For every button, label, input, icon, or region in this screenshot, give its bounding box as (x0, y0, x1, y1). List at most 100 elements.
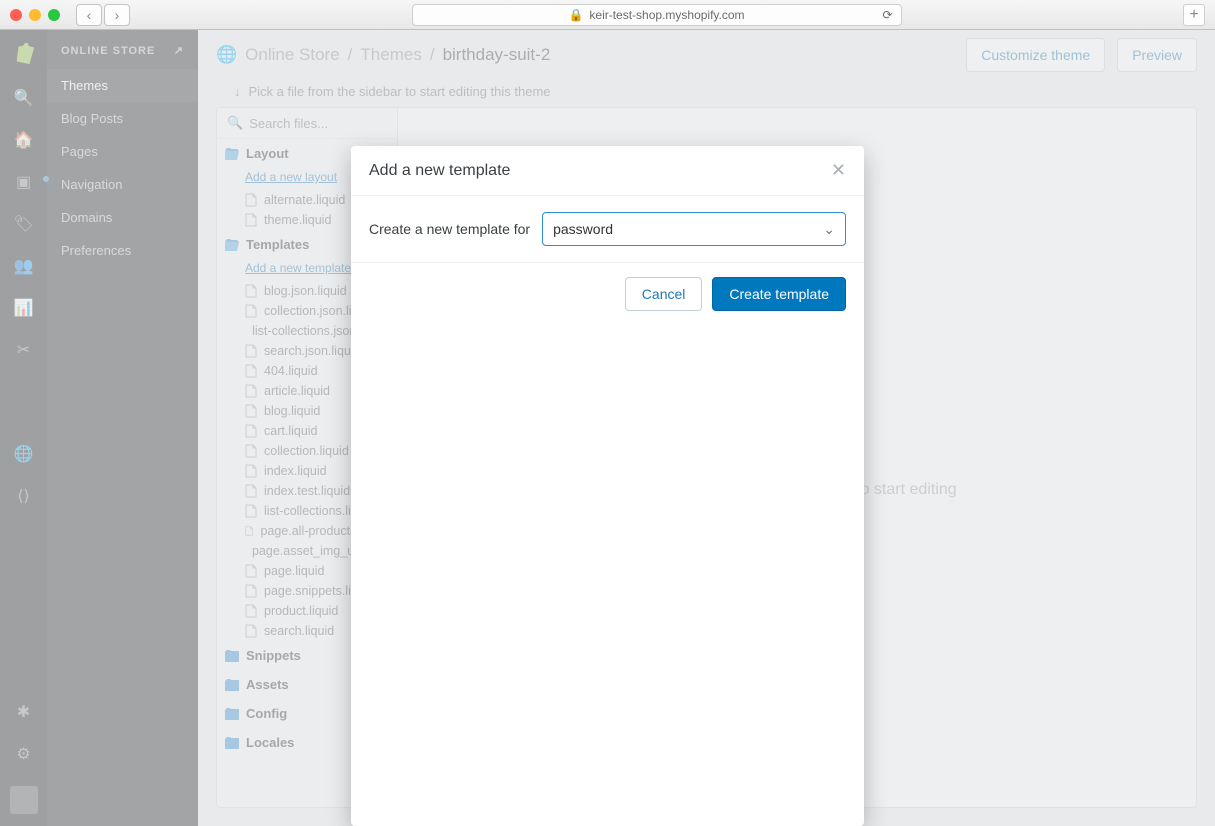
subnav-item-themes[interactable]: Themes (47, 69, 198, 102)
avatar[interactable] (10, 786, 38, 814)
file-search[interactable]: 🔍 (217, 108, 397, 139)
modal-footer: Cancel Create template (351, 263, 864, 325)
file-icon (245, 384, 257, 398)
file-icon (245, 504, 257, 518)
file-name: theme.liquid (264, 213, 331, 227)
orders-icon[interactable]: ▣ (14, 172, 34, 192)
search-icon: 🔍 (227, 115, 243, 131)
file-icon (245, 484, 257, 498)
customers-icon[interactable]: 👥 (14, 256, 34, 276)
breadcrumb: 🌐 Online Store / Themes / birthday-suit-… (216, 45, 550, 65)
file-name: product.liquid (264, 604, 338, 618)
file-name: index.liquid (264, 464, 327, 478)
address-bar-wrap: 🔒 keir-test-shop.myshopify.com ⟳ (140, 4, 1173, 26)
file-icon (245, 364, 257, 378)
hint-text: Pick a file from the sidebar to start ed… (249, 84, 551, 99)
file-icon (245, 213, 257, 227)
subnav-item-domains[interactable]: Domains (47, 201, 198, 234)
folder-label: Snippets (246, 648, 301, 663)
new-tab-button[interactable]: + (1183, 4, 1205, 26)
subnav-item-navigation[interactable]: Navigation (47, 168, 198, 201)
cancel-button[interactable]: Cancel (625, 277, 703, 311)
folder-label: Locales (246, 735, 294, 750)
subnav-item-pages[interactable]: Pages (47, 135, 198, 168)
create-template-button[interactable]: Create template (712, 277, 846, 311)
search-icon[interactable]: 🔍 (14, 88, 34, 108)
topbar: 🌐 Online Store / Themes / birthday-suit-… (198, 30, 1215, 80)
crumb-themes[interactable]: Themes (360, 45, 421, 65)
subnav-header: ONLINE STORE ↗ (47, 30, 198, 69)
customize-theme-button[interactable]: Customize theme (966, 38, 1105, 72)
folder-icon (225, 679, 239, 691)
file-name: collection.liquid (264, 444, 349, 458)
code-icon[interactable]: ⟨⟩ (14, 486, 34, 506)
apps-icon[interactable]: ✱ (14, 702, 34, 722)
file-name: cart.liquid (264, 424, 318, 438)
zoom-window-icon[interactable] (48, 9, 60, 21)
crumb-current: birthday-suit-2 (443, 45, 551, 65)
file-icon (245, 304, 257, 318)
modal-body: Create a new template for password ⌄ (351, 195, 864, 263)
subnav-item-blog-posts[interactable]: Blog Posts (47, 102, 198, 135)
template-type-select[interactable]: password ⌄ (542, 212, 846, 246)
forward-button[interactable]: › (104, 4, 130, 26)
settings-icon[interactable]: ⚙ (14, 744, 34, 764)
address-text: keir-test-shop.myshopify.com (589, 8, 744, 22)
lock-icon: 🔒 (568, 8, 583, 22)
file-name: search.json.liquid (264, 344, 361, 358)
preview-button[interactable]: Preview (1117, 38, 1197, 72)
discounts-icon[interactable]: ✂ (14, 340, 34, 360)
folder-icon (225, 708, 239, 720)
file-name: article.liquid (264, 384, 330, 398)
crumb-online-store[interactable]: Online Store (245, 45, 340, 65)
file-icon (245, 284, 257, 298)
file-name: blog.liquid (264, 404, 320, 418)
folder-icon (225, 737, 239, 749)
reload-icon[interactable]: ⟳ (882, 8, 892, 22)
globe-icon: 🌐 (216, 45, 237, 65)
file-name: blog.json.liquid (264, 284, 347, 298)
file-icon (245, 564, 257, 578)
file-icon (245, 524, 253, 538)
browser-chrome: ‹ › 🔒 keir-test-shop.myshopify.com ⟳ + (0, 0, 1215, 30)
external-link-icon[interactable]: ↗ (174, 44, 184, 57)
subnav-item-preferences[interactable]: Preferences (47, 234, 198, 267)
file-icon (245, 404, 257, 418)
minimize-window-icon[interactable] (29, 9, 41, 21)
analytics-icon[interactable]: 📊 (14, 298, 34, 318)
online-store-icon[interactable]: 🌐 (14, 444, 34, 464)
back-button[interactable]: ‹ (76, 4, 102, 26)
modal-header: Add a new template ✕ (351, 146, 864, 195)
shopify-logo-icon[interactable] (13, 42, 35, 66)
home-icon[interactable]: 🏠 (14, 130, 34, 150)
add-template-modal: Add a new template ✕ Create a new templa… (351, 146, 864, 826)
modal-label: Create a new template for (369, 221, 530, 237)
file-icon (245, 604, 257, 618)
chevron-down-icon: ⌄ (823, 221, 835, 238)
folder-open-icon (225, 148, 239, 160)
address-bar[interactable]: 🔒 keir-test-shop.myshopify.com ⟳ (412, 4, 902, 26)
file-icon (245, 624, 257, 638)
search-input[interactable] (249, 116, 398, 131)
close-window-icon[interactable] (10, 9, 22, 21)
file-icon (245, 424, 257, 438)
file-icon (245, 193, 257, 207)
subnav: ONLINE STORE ↗ Themes Blog Posts Pages N… (47, 30, 198, 826)
folder-icon (225, 650, 239, 662)
file-icon (245, 344, 257, 358)
file-name: 404.liquid (264, 364, 318, 378)
close-icon[interactable]: ✕ (831, 160, 846, 181)
file-name: alternate.liquid (264, 193, 345, 207)
app-frame: 🔍 🏠 ▣ 🏷 👥 📊 ✂ 🌐 ⟨⟩ ✱ ⚙ ONLINE STORE ↗ Th… (0, 30, 1215, 826)
icon-rail: 🔍 🏠 ▣ 🏷 👥 📊 ✂ 🌐 ⟨⟩ ✱ ⚙ (0, 30, 47, 826)
window-controls (10, 9, 60, 21)
file-icon (245, 464, 257, 478)
select-value: password (553, 221, 613, 237)
tags-icon[interactable]: 🏷 (14, 214, 34, 234)
modal-title: Add a new template (369, 162, 510, 180)
hint-row: ↓ Pick a file from the sidebar to start … (198, 80, 1215, 107)
folder-label: Templates (246, 237, 309, 252)
file-icon (245, 584, 257, 598)
folder-label: Layout (246, 146, 289, 161)
folder-open-icon (225, 239, 239, 251)
